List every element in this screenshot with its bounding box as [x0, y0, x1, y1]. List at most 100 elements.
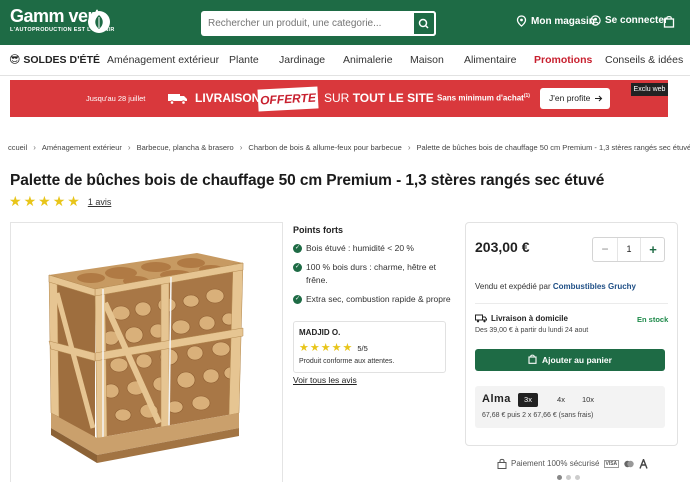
- delivery-title: Livraison à domicile: [491, 314, 568, 323]
- banner-site: SUR TOUT LE SITE: [324, 91, 434, 105]
- product-image[interactable]: [10, 222, 283, 482]
- banner-cta-button[interactable]: J'en profite: [540, 88, 610, 109]
- user-icon: [590, 15, 601, 26]
- carousel-dot[interactable]: [557, 475, 562, 480]
- banner-date: Jusqu'au 28 juillet: [86, 94, 146, 103]
- review-text: Produit conforme aux attentes.: [299, 358, 395, 365]
- visa-icon: VISA: [603, 459, 620, 468]
- review-stars: ★ ★ ★ ★ ★ 5/5: [299, 342, 368, 354]
- nav-item-alimentaire[interactable]: Alimentaire: [464, 54, 517, 66]
- alma-option-4x[interactable]: 4x: [551, 393, 571, 407]
- location-pin-icon: [516, 15, 527, 27]
- check-circle-icon: ✓: [293, 263, 302, 272]
- add-to-cart-button[interactable]: Ajouter au panier: [475, 349, 665, 371]
- alma-payment-box: Alma 3x 4x 10x 67,68 € puis 2 x 67,66 € …: [475, 386, 665, 428]
- carousel-dot[interactable]: [566, 475, 571, 480]
- my-store-link[interactable]: Mon magasin: [516, 15, 595, 27]
- highlight-text: 100 % bois durs : charme, hêtre et frêne.: [306, 261, 436, 287]
- review-author: MADJID O.: [299, 328, 341, 337]
- login-link[interactable]: Se connecter: [590, 15, 668, 26]
- highlight-text-line: 100 % bois durs : charme, hêtre et: [306, 262, 436, 272]
- breadcrumb-item-barbecue[interactable]: Barbecue, plancha & brasero: [137, 143, 234, 152]
- breadcrumb-item-amenagement[interactable]: Aménagement extérieur: [42, 143, 122, 152]
- seller-name-link[interactable]: Combustibles Gruchy: [553, 282, 636, 291]
- alma-option-10x[interactable]: 10x: [576, 393, 600, 407]
- quantity-stepper: − 1 +: [592, 237, 665, 262]
- quantity-increase-button[interactable]: +: [641, 238, 665, 261]
- carousel-dot[interactable]: [575, 475, 580, 480]
- divider: [475, 303, 668, 304]
- seller-info: Vendu et expédié par Combustibles Gruchy: [475, 282, 636, 291]
- banner-livraison: LIVRAISON: [195, 91, 261, 105]
- highlight-item: ✓ Extra sec, combustion rapide & propre: [293, 293, 451, 306]
- firewood-pallet-image: [48, 253, 244, 463]
- nav-soldes-label: SOLDES D'ÉTÉ: [23, 54, 100, 66]
- quantity-value[interactable]: 1: [617, 238, 641, 261]
- highlight-text-line: frêne.: [306, 275, 328, 285]
- star-icon: ★: [299, 342, 309, 354]
- highlights-title: Points forts: [293, 225, 344, 235]
- nav-item-maison[interactable]: Maison: [410, 54, 444, 66]
- banner-cta-label: J'en profite: [549, 93, 591, 103]
- product-title: Palette de bûches bois de chauffage 50 c…: [10, 172, 605, 189]
- search-button[interactable]: [412, 11, 436, 36]
- nav-item-animalerie[interactable]: Animalerie: [343, 54, 393, 66]
- nav-item-plante[interactable]: Plante: [229, 54, 259, 66]
- delivery-option: Livraison à domicile: [475, 314, 568, 323]
- reviews-count-link[interactable]: 1 avis: [88, 197, 112, 207]
- star-icon: ★: [342, 342, 353, 354]
- mastercard-icon: [624, 460, 634, 467]
- main-nav: 😎 SOLDES D'ÉTÉ Aménagement extérieur Pla…: [0, 45, 690, 76]
- shopping-bag-icon: [528, 354, 537, 364]
- exclu-web-badge: Exclu web: [631, 83, 668, 96]
- nav-item-soldes[interactable]: 😎 SOLDES D'ÉTÉ: [9, 53, 100, 66]
- sunglasses-emoji-icon: 😎: [9, 54, 21, 66]
- amex-icon: [639, 458, 648, 469]
- delivery-truck-icon: [168, 94, 187, 105]
- star-icon: ★: [23, 193, 37, 209]
- star-icon: ★: [67, 193, 80, 209]
- banner-site-prefix: SUR: [324, 91, 350, 105]
- secure-payment-text: Paiement 100% sécurisé: [511, 459, 600, 468]
- banner-offerte: OFFERTE: [259, 90, 317, 108]
- delivery-detail: Des 39,00 € à partir du lundi 24 aout: [475, 327, 589, 334]
- cart-button[interactable]: [663, 15, 675, 28]
- leaf-logo-icon: [88, 11, 110, 33]
- nav-item-conseils[interactable]: Conseils & idées: [605, 54, 683, 66]
- quantity-decrease-button[interactable]: −: [593, 238, 617, 261]
- chevron-right-icon: ›: [33, 143, 36, 152]
- nav-item-promotions[interactable]: Promotions: [534, 54, 592, 66]
- breadcrumb-item-charbon[interactable]: Charbon de bois & allume-feux pour barbe…: [248, 143, 401, 152]
- all-reviews-link[interactable]: Voir tous les avis: [293, 375, 357, 385]
- stock-status: En stock: [637, 315, 669, 324]
- review-score: 5/5: [357, 343, 368, 353]
- banner-minimum-note: (1): [523, 93, 530, 99]
- product-price: 203,00 €: [475, 239, 530, 255]
- image-carousel-dots: [557, 475, 580, 480]
- star-icon: ★: [331, 342, 342, 354]
- banner-minimum-text: Sans minimum d'achat: [437, 93, 524, 103]
- breadcrumb-item-current: Palette de bûches bois de chauffage 50 c…: [416, 143, 690, 152]
- alma-logo: Alma: [482, 393, 511, 405]
- lock-icon: [497, 458, 507, 469]
- star-icon: ★: [309, 342, 320, 354]
- search-icon: [418, 18, 429, 29]
- search-input[interactable]: [201, 11, 413, 36]
- alma-option-3x[interactable]: 3x: [518, 393, 538, 407]
- star-icon: ★: [52, 193, 66, 209]
- check-circle-icon: ✓: [293, 244, 302, 253]
- highlight-text: Extra sec, combustion rapide & propre: [306, 294, 451, 304]
- highlight-item: ✓ 100 % bois durs : charme, hêtre et frên…: [293, 261, 436, 287]
- review-card: MADJID O. ★ ★ ★ ★ ★ 5/5 Produit conforme…: [293, 321, 446, 373]
- star-icon: ★: [38, 193, 51, 209]
- search-bar: [201, 11, 436, 36]
- secure-payment: Paiement 100% sécurisé VISA: [497, 458, 648, 469]
- star-icon: ★: [320, 342, 331, 354]
- banner-offerte-badge: OFFERTE: [257, 86, 319, 112]
- breadcrumb-item-home[interactable]: ccueil: [8, 143, 27, 152]
- nav-item-jardinage[interactable]: Jardinage: [279, 54, 325, 66]
- promo-banner[interactable]: Jusqu'au 28 juillet LIVRAISON OFFERTE SU…: [10, 80, 668, 117]
- nav-item-amenagement[interactable]: Aménagement extérieur: [107, 54, 219, 66]
- check-circle-icon: ✓: [293, 295, 302, 304]
- banner-minimum: Sans minimum d'achat(1): [437, 93, 530, 103]
